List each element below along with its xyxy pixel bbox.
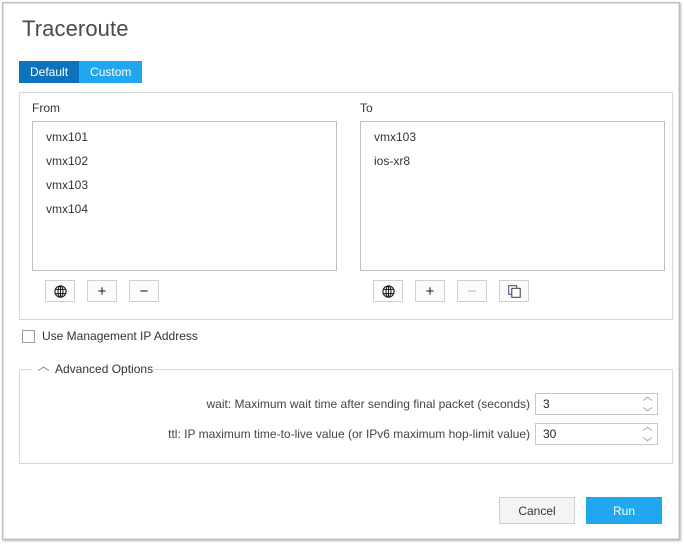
page-title: Traceroute bbox=[22, 16, 129, 42]
ttl-option-description: IP maximum time-to-live value (or IPv6 m… bbox=[184, 427, 530, 441]
use-management-ip-checkbox[interactable] bbox=[22, 330, 35, 343]
to-label: To bbox=[360, 101, 665, 116]
globe-icon bbox=[382, 285, 395, 298]
tab-custom[interactable]: Custom bbox=[79, 61, 142, 83]
minus-icon: − bbox=[468, 284, 477, 299]
ttl-stepper-arrows[interactable] bbox=[639, 424, 657, 444]
cancel-button[interactable]: Cancel bbox=[499, 497, 575, 524]
traceroute-dialog: Traceroute Default Custom From vmx101 vm… bbox=[2, 2, 680, 540]
plus-icon: + bbox=[426, 284, 435, 299]
from-add-button[interactable]: + bbox=[87, 280, 117, 302]
to-add-button[interactable]: + bbox=[415, 280, 445, 302]
list-item[interactable]: vmx101 bbox=[33, 129, 336, 145]
dialog-footer: Cancel Run bbox=[499, 497, 662, 524]
option-row-wait: wait: Maximum wait time after sending fi… bbox=[20, 393, 672, 415]
wait-stepper-arrows[interactable] bbox=[639, 394, 657, 414]
wait-stepper[interactable]: 3 bbox=[535, 393, 658, 415]
wait-value[interactable]: 3 bbox=[536, 394, 639, 414]
from-remove-button[interactable]: − bbox=[129, 280, 159, 302]
run-button[interactable]: Run bbox=[586, 497, 662, 524]
minus-icon: − bbox=[140, 284, 149, 299]
ttl-option-label: ttl: IP maximum time-to-live value (or I… bbox=[168, 427, 530, 441]
chevron-down-icon[interactable] bbox=[643, 405, 652, 410]
to-copy-button[interactable] bbox=[499, 280, 529, 302]
from-globe-button[interactable] bbox=[45, 280, 75, 302]
wait-option-label: wait: Maximum wait time after sending fi… bbox=[207, 397, 530, 411]
list-item[interactable]: vmx102 bbox=[33, 153, 336, 169]
chevron-down-icon[interactable] bbox=[643, 435, 652, 440]
endpoints-panel: From vmx101 vmx102 vmx103 vmx104 bbox=[19, 92, 673, 320]
to-listbox[interactable]: vmx103 ios-xr8 bbox=[360, 121, 665, 271]
chevron-up-icon[interactable] bbox=[643, 428, 652, 433]
chevron-up-icon[interactable] bbox=[643, 398, 652, 403]
option-row-ttl: ttl: IP maximum time-to-live value (or I… bbox=[20, 423, 672, 445]
management-ip-row: Use Management IP Address bbox=[22, 329, 198, 343]
list-item[interactable]: vmx103 bbox=[33, 177, 336, 193]
list-item[interactable]: vmx104 bbox=[33, 201, 336, 217]
use-management-ip-label: Use Management IP Address bbox=[42, 329, 198, 343]
advanced-options-toggle[interactable]: Advanced Options bbox=[36, 361, 159, 377]
to-globe-button[interactable] bbox=[373, 280, 403, 302]
chevron-up-icon bbox=[38, 366, 49, 373]
to-remove-button: − bbox=[457, 280, 487, 302]
from-column: From vmx101 vmx102 vmx103 vmx104 bbox=[32, 101, 337, 302]
wait-option-description: Maximum wait time after sending final pa… bbox=[235, 397, 530, 411]
to-column: To vmx103 ios-xr8 bbox=[360, 101, 665, 302]
list-item[interactable]: ios-xr8 bbox=[361, 153, 664, 169]
ttl-option-key: ttl: bbox=[168, 427, 181, 441]
from-button-row: + − bbox=[32, 280, 337, 302]
list-item[interactable]: vmx103 bbox=[361, 129, 664, 145]
copy-icon bbox=[508, 285, 521, 298]
ttl-stepper[interactable]: 30 bbox=[535, 423, 658, 445]
dialog-inner-frame: Traceroute Default Custom From vmx101 vm… bbox=[3, 3, 679, 539]
tabstrip: Default Custom bbox=[19, 61, 142, 83]
globe-icon bbox=[54, 285, 67, 298]
tab-default[interactable]: Default bbox=[19, 61, 79, 83]
wait-option-key: wait: bbox=[207, 397, 232, 411]
advanced-options-label: Advanced Options bbox=[55, 362, 153, 376]
plus-icon: + bbox=[98, 284, 107, 299]
from-listbox[interactable]: vmx101 vmx102 vmx103 vmx104 bbox=[32, 121, 337, 271]
to-button-row: + − bbox=[360, 280, 665, 302]
from-label: From bbox=[32, 101, 337, 116]
ttl-value[interactable]: 30 bbox=[536, 424, 639, 444]
advanced-options-fieldset: Advanced Options wait: Maximum wait time… bbox=[19, 369, 673, 464]
